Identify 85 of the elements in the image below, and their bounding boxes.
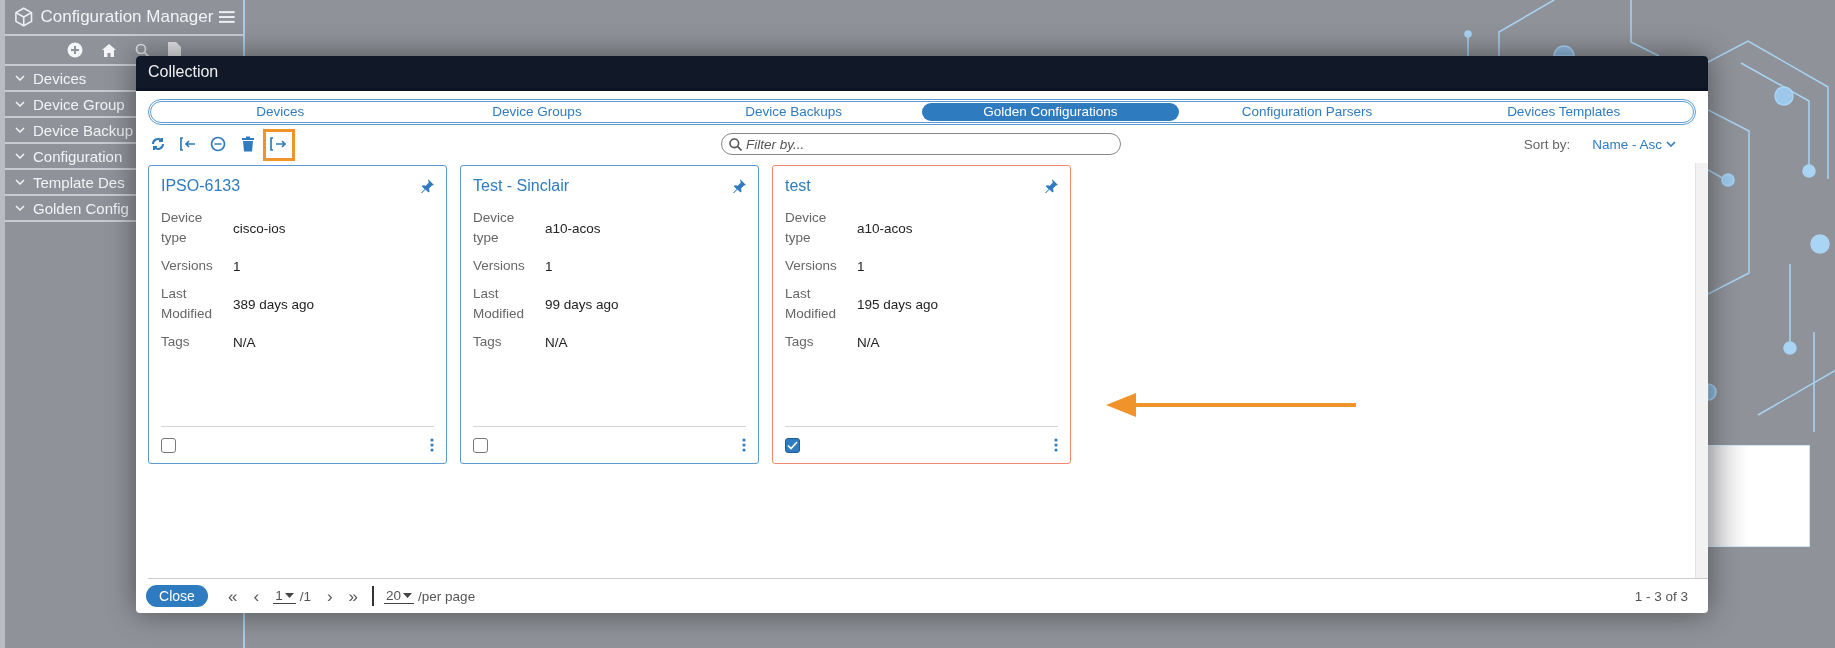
- home-icon[interactable]: [101, 42, 117, 58]
- tab[interactable]: Configuration Parsers: [1178, 103, 1436, 121]
- scrollbar[interactable]: [1695, 163, 1708, 578]
- chevron-icon: [1666, 141, 1676, 147]
- field-label: Tags: [785, 333, 815, 351]
- add-icon[interactable]: [67, 42, 83, 58]
- sort-label: Sort by:: [1523, 136, 1571, 152]
- sidebar-item-label: Devices: [33, 69, 87, 87]
- sidebar-item-label: Configuration: [33, 147, 123, 165]
- more-icon[interactable]: [430, 438, 434, 452]
- field-label: Device type: [785, 209, 828, 247]
- field-label: Last Modified: [785, 285, 838, 323]
- field-value: 1: [545, 258, 554, 274]
- tab[interactable]: Golden Configurations: [922, 103, 1179, 121]
- pin-icon[interactable]: [420, 179, 434, 193]
- per-page-dropdown[interactable]: 20: [384, 588, 415, 604]
- search-icon[interactable]: [135, 42, 150, 58]
- chevron-icon: [15, 127, 25, 133]
- pin-icon[interactable]: [1044, 179, 1058, 193]
- delete-icon[interactable]: [241, 136, 255, 152]
- pagination-button[interactable]: ›: [326, 587, 333, 605]
- result-range: 1 - 3 of 3: [1634, 588, 1688, 604]
- sidebar-item-label: Device Group: [33, 95, 125, 113]
- more-icon[interactable]: [1054, 438, 1058, 452]
- refresh-icon[interactable]: [150, 136, 166, 152]
- field-value: 1: [233, 258, 242, 274]
- field-label: Versions: [785, 257, 838, 275]
- tab[interactable]: Device Backups: [665, 103, 922, 121]
- dialog-title: Collection: [148, 63, 219, 81]
- per-page-label: /per page: [418, 588, 476, 604]
- checkbox[interactable]: [473, 437, 488, 453]
- field-label: Device type: [473, 209, 516, 247]
- field-value: 1: [857, 258, 866, 274]
- menu-icon[interactable]: [219, 10, 235, 24]
- field-value: 389 days ago: [233, 296, 316, 312]
- pagination-button[interactable]: ‹: [253, 587, 260, 605]
- chevron-icon: [15, 75, 25, 81]
- field-value: 195 days ago: [857, 296, 940, 312]
- field-label: Versions: [161, 257, 214, 275]
- field-label: Last Modified: [473, 285, 526, 323]
- logo-icon: [13, 6, 35, 28]
- app-title: Configuration Manager: [40, 7, 214, 27]
- field-value: N/A: [857, 334, 881, 350]
- search-icon: [729, 138, 742, 151]
- chevron-icon: [15, 205, 25, 211]
- card-title[interactable]: test: [785, 177, 811, 195]
- field-value: N/A: [233, 334, 257, 350]
- more-icon[interactable]: [742, 438, 746, 452]
- pagination-button[interactable]: »: [348, 587, 359, 605]
- field-value: 99 days ago: [545, 296, 620, 312]
- close-button[interactable]: Close: [146, 585, 208, 607]
- field-value: a10-acos: [857, 220, 914, 236]
- checkbox[interactable]: [785, 437, 800, 453]
- checkbox[interactable]: [161, 437, 176, 453]
- field-label: Tags: [161, 333, 191, 351]
- chevron-icon: [15, 179, 25, 185]
- field-value: N/A: [545, 334, 569, 350]
- field-label: Versions: [473, 257, 526, 275]
- filter-field[interactable]: Filter by...: [721, 133, 1121, 155]
- chevron-icon: [15, 153, 25, 159]
- tab[interactable]: Devices Templates: [1435, 103, 1692, 121]
- sidebar-item-label: Golden Config: [33, 199, 129, 217]
- card[interactable]: IPSO-6133 Device type cisco-ios Versions 1 Last Modified 389 days ago Tags N/A: [148, 165, 447, 464]
- card[interactable]: test Device type a10-acos Versions 1 Last Modified 195 days ago Tags N/A: [772, 165, 1071, 464]
- import-icon[interactable]: [179, 136, 197, 152]
- field-label: Tags: [473, 333, 503, 351]
- export-icon[interactable]: [269, 136, 287, 152]
- card[interactable]: Test - Sinclair Device type a10-acos Versions 1 Last Modified 99 days ago Tags N/A: [460, 165, 759, 464]
- remove-icon[interactable]: [210, 136, 226, 152]
- chevron-icon: [15, 101, 25, 107]
- pin-icon[interactable]: [732, 179, 746, 193]
- sidebar-item-label: Template Des: [33, 173, 125, 191]
- field-value: cisco-ios: [233, 220, 287, 236]
- pagination-button[interactable]: «: [228, 587, 238, 605]
- caret-icon: [403, 593, 413, 598]
- page-count: /1: [299, 588, 311, 604]
- page-dropdown[interactable]: 1: [273, 588, 296, 604]
- caret-icon: [284, 593, 294, 598]
- card-title[interactable]: IPSO-6133: [161, 177, 241, 195]
- tab[interactable]: Device Groups: [408, 103, 666, 121]
- sidebar-item-label: Device Backup: [33, 121, 134, 139]
- sort-dropdown[interactable]: Name - Asc: [1592, 136, 1676, 152]
- card-title[interactable]: Test - Sinclair: [473, 177, 570, 195]
- field-label: Last Modified: [161, 285, 214, 323]
- field-value: a10-acos: [545, 220, 602, 236]
